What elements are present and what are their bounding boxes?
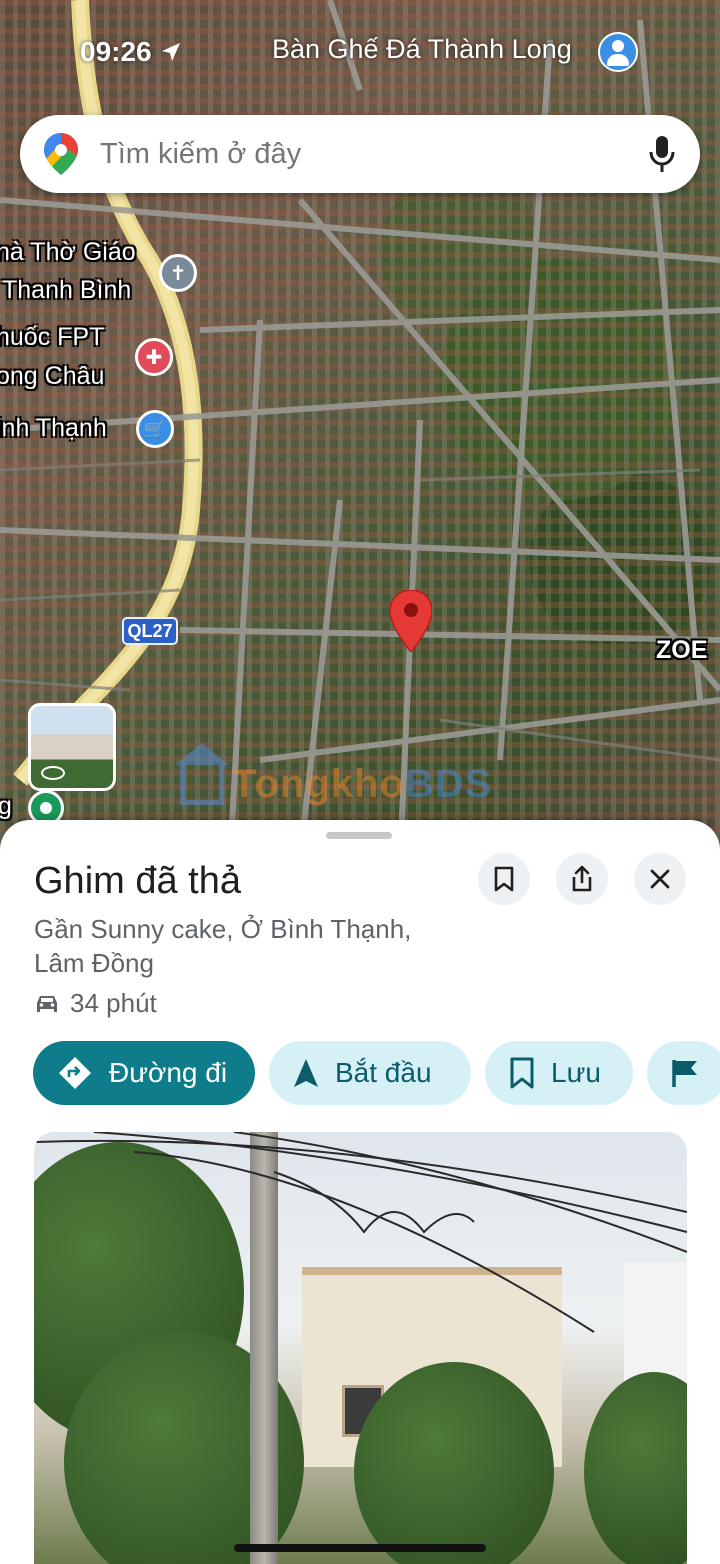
dropped-pin-icon[interactable] [390, 590, 432, 652]
action-chips: Đường đi Bắt đầu Lưu [33, 1041, 720, 1105]
directions-button[interactable]: Đường đi [33, 1041, 255, 1105]
shopping-cart-icon[interactable]: 🛒 [136, 410, 174, 448]
status-time: 09:26 [80, 36, 182, 68]
place-title: Ghim đã thả [34, 860, 241, 902]
map-label-shop[interactable]: inh Thạnh [0, 414, 107, 443]
account-avatar-icon[interactable] [598, 32, 638, 72]
directions-icon [59, 1057, 91, 1089]
search-bar[interactable] [20, 115, 700, 193]
watermark: Tongkho BDS [175, 742, 493, 807]
route-badge-ql27: QL27 [122, 617, 178, 645]
map-label-bottom-left[interactable]: g [0, 792, 12, 821]
drive-time-text: 34 phút [70, 988, 157, 1018]
save-button[interactable]: Lưu [485, 1041, 633, 1105]
rotate-360-icon [41, 766, 65, 780]
home-indicator[interactable] [234, 1544, 486, 1552]
status-time-text: 09:26 [80, 36, 152, 67]
share-icon [572, 865, 592, 892]
map-label-church-1[interactable]: nà Thờ Giáo [0, 238, 136, 267]
close-button[interactable] [634, 853, 686, 905]
location-arrow-icon [161, 43, 180, 61]
start-button[interactable]: Bắt đầu [269, 1041, 471, 1105]
save-label: Lưu [551, 1057, 601, 1088]
church-pin-icon[interactable]: ✝ [159, 254, 197, 292]
map-label-church-2[interactable]: Thanh Bình [2, 276, 131, 305]
photo-power-wires [34, 1132, 687, 1333]
map-label-zoe[interactable]: ZOE [656, 636, 707, 665]
flag-icon [672, 1060, 697, 1087]
drag-handle[interactable] [326, 832, 392, 839]
place-street-photo[interactable] [34, 1132, 687, 1564]
car-icon [37, 995, 57, 1012]
directions-label: Đường đi [109, 1057, 228, 1088]
bookmark-outline-icon [510, 1057, 534, 1089]
microphone-icon[interactable] [648, 135, 676, 173]
map-label-pharmacy-1[interactable]: huốc FPT [0, 323, 104, 352]
share-button[interactable] [556, 853, 608, 905]
search-input[interactable] [100, 137, 648, 171]
start-label: Bắt đầu [335, 1057, 432, 1088]
bookmark-button[interactable] [478, 853, 530, 905]
google-maps-logo-icon [44, 133, 78, 175]
watermark-house-icon [175, 742, 229, 805]
address-line-2: Lâm Đồng [34, 948, 154, 978]
place-bottom-sheet[interactable]: Ghim đã thả Gần Sunny cake, Ở Bình Thạnh… [0, 820, 720, 1564]
satellite-map[interactable]: nà Thờ Giáo Thanh Bình ✝ huốc FPT ong Ch… [0, 0, 720, 860]
bookmark-icon [494, 866, 514, 892]
watermark-text-2: BDS [404, 762, 493, 806]
watermark-text-1: Tongkho [232, 762, 405, 806]
street-view-thumbnail[interactable] [28, 703, 116, 791]
place-address: Gần Sunny cake, Ở Bình Thạnh, Lâm Đồng [34, 912, 454, 980]
map-label-pharmacy-2[interactable]: ong Châu [0, 362, 104, 391]
address-line-1: Gần Sunny cake, Ở Bình Thạnh, [34, 914, 412, 944]
close-icon [650, 869, 670, 889]
status-place-label[interactable]: Bàn Ghế Đá Thành Long [272, 34, 572, 65]
flag-label-button[interactable] [647, 1041, 720, 1105]
drive-time-row: 34 phút [34, 988, 157, 1019]
navigation-arrow-icon [294, 1059, 318, 1087]
pharmacy-pin-icon[interactable]: ✚ [135, 338, 173, 376]
